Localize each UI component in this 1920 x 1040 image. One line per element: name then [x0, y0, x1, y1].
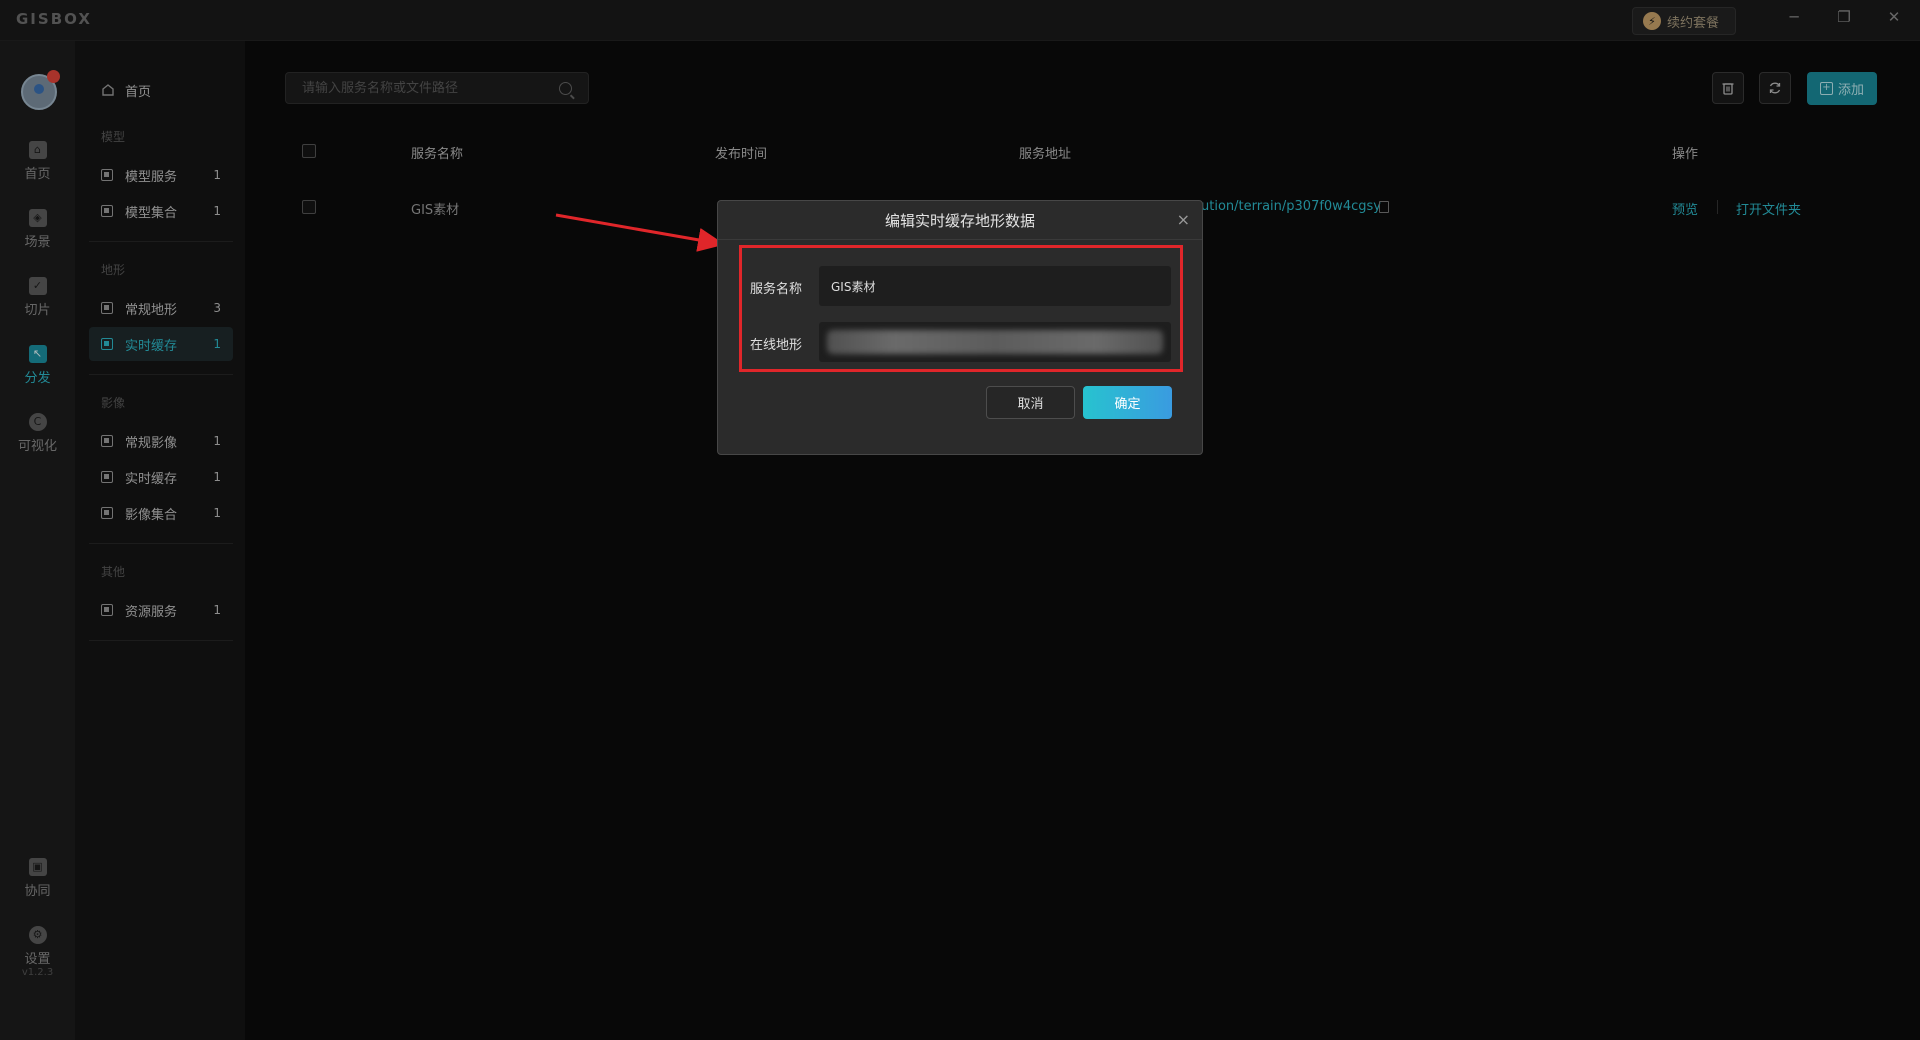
dialog-title: 编辑实时缓存地形数据 — [884, 211, 1035, 230]
edit-terrain-dialog: 编辑实时缓存地形数据 × 服务名称 GIS素材 在线地形 取消 确定 — [717, 200, 1203, 455]
annotation-arrow-icon — [555, 213, 725, 252]
confirm-button[interactable]: 确定 — [1083, 386, 1172, 419]
service-name-value: GIS素材 — [831, 279, 876, 294]
service-name-field[interactable]: GIS素材 — [819, 266, 1171, 306]
service-name-label: 服务名称 — [750, 282, 803, 297]
cancel-button[interactable]: 取消 — [986, 386, 1075, 419]
dialog-header: 编辑实时缓存地形数据 — [718, 201, 1202, 240]
redacted-value — [827, 330, 1163, 354]
close-icon[interactable]: × — [1177, 210, 1190, 229]
online-terrain-label: 在线地形 — [750, 338, 803, 353]
online-terrain-field[interactable] — [819, 322, 1171, 362]
